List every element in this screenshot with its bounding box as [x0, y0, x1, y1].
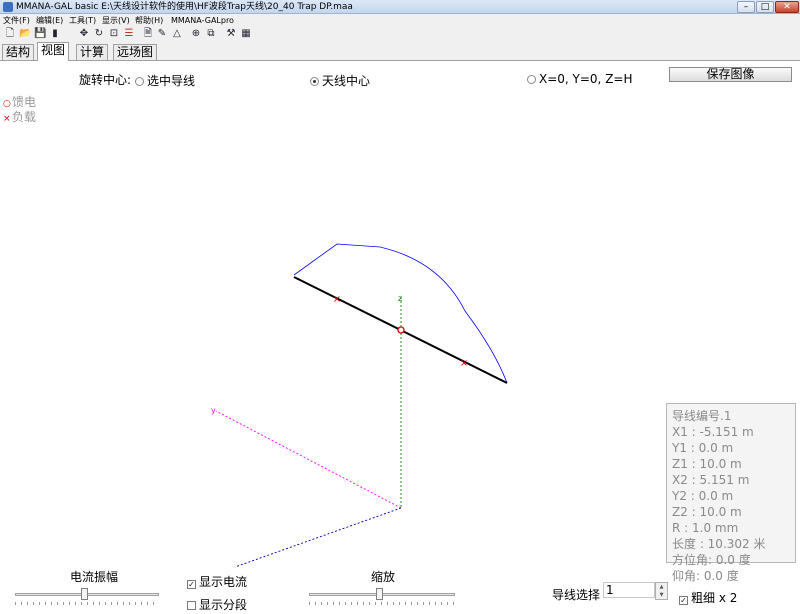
thick-x2-checkbox[interactable]: ✓ 粗细 x 2	[679, 589, 737, 606]
menu-file[interactable]: 文件(F)	[3, 14, 30, 27]
feed-point-marker	[397, 326, 405, 334]
current-amplitude-slider[interactable]	[15, 588, 159, 605]
menu-tools[interactable]: 工具(T)	[69, 14, 96, 27]
show-segments-box	[187, 601, 196, 610]
title-bar: MMANA-GAL basic E:\天线设计软件的使用\HF波段Trap天线\…	[0, 0, 800, 14]
load-marker: ×	[460, 358, 468, 369]
rotation-center-label: 旋转中心:	[79, 73, 132, 87]
legend-load: ×负载	[3, 108, 36, 125]
toolbar: 🗋 📂 💾 ▮ ✥ ↻ ⊡ ☰ 🗎 ✎ △ ⊕ ⧉ ⚒ ▦	[0, 27, 800, 42]
show-segments-checkbox[interactable]: 显示分段	[187, 596, 247, 613]
tab-structure[interactable]: 结构	[2, 44, 35, 60]
wire-azimuth: 方位角: 0.0 度	[672, 553, 751, 567]
current-amplitude-ticks	[15, 602, 159, 605]
spin-down-icon[interactable]: ▼	[656, 591, 667, 599]
load-cross-icon: ×	[3, 114, 11, 124]
wire-select-label: 导线选择	[552, 588, 601, 602]
zoom-slider[interactable]	[309, 588, 455, 605]
window-title: MMANA-GAL basic E:\天线设计软件的使用\HF波段Trap天线\…	[16, 2, 353, 12]
thick-x2-label: 粗细 x 2	[691, 591, 738, 605]
current-distribution-curve	[293, 243, 508, 384]
close-button[interactable]: ✕	[775, 1, 799, 13]
radio-selected-wire-dot	[135, 77, 144, 86]
wire-info-panel: 导线编号.1 X1 : -5.151 m Y1 : 0.0 m Z1 : 10.…	[666, 403, 796, 583]
menu-bar: 文件(F) 编辑(E) 工具(T) 显示(V) 帮助(H) MMANA-GALp…	[0, 14, 800, 27]
wire-y2: Y2 : 0.0 m	[672, 489, 734, 503]
wire-x2: X2 : 5.151 m	[672, 473, 750, 487]
show-current-label: 显示电流	[199, 575, 248, 589]
rotate-icon[interactable]: ↻	[93, 28, 105, 40]
legend-load-label: 负载	[12, 110, 37, 124]
print-icon[interactable]: ▮	[49, 28, 61, 40]
zoom-thumb[interactable]	[376, 588, 383, 600]
document-icon[interactable]: 🗎	[142, 28, 154, 40]
move-icon[interactable]: ✥	[78, 28, 90, 40]
menu-mmana-galpro[interactable]: MMANA-GALpro	[171, 14, 234, 27]
open-folder-icon[interactable]: 📂	[19, 28, 31, 40]
show-current-box: ✓	[187, 580, 196, 589]
legend-feed-label: 馈电	[12, 95, 37, 109]
new-file-icon[interactable]: 🗋	[4, 28, 16, 40]
view-panel: z y × × 旋转中心: 选中导线 天线中心 X=0, Y=0, Z=H 保存…	[0, 60, 800, 614]
wire-radius: R : 1.0 mm	[672, 521, 739, 535]
zoom-icon[interactable]: ⊡	[108, 28, 120, 40]
target-icon[interactable]: ⊕	[190, 28, 202, 40]
radio-antenna-center[interactable]: 天线中心	[310, 72, 370, 89]
radio-origin[interactable]: X=0, Y=0, Z=H	[527, 72, 633, 86]
show-segments-label: 显示分段	[199, 598, 248, 612]
thick-x2-box: ✓	[679, 596, 688, 605]
menu-help[interactable]: 帮助(H)	[135, 14, 163, 27]
load-marker: ×	[333, 294, 341, 305]
tab-calculate[interactable]: 计算	[76, 44, 109, 60]
tab-far-field[interactable]: 远场图	[113, 44, 158, 60]
maximize-button[interactable]: □	[756, 1, 774, 13]
settings-sliders-icon[interactable]: ☰	[123, 28, 135, 40]
radio-selected-wire[interactable]: 选中导线	[135, 72, 195, 89]
z-axis-label: z	[398, 294, 402, 303]
wire-y1: Y1 : 0.0 m	[672, 441, 734, 455]
save-disk-icon[interactable]: 💾	[34, 28, 46, 40]
spin-up-icon[interactable]: ▲	[656, 583, 667, 591]
wire-number: 导线编号.1	[672, 409, 732, 423]
radio-origin-label: X=0, Y=0, Z=H	[539, 72, 633, 86]
wire-z2: Z2 : 10.0 m	[672, 505, 742, 519]
tab-strip: 结构 视图 计算 远场图	[0, 42, 800, 61]
tab-view[interactable]: 视图	[37, 42, 70, 61]
radio-antenna-center-label: 天线中心	[322, 74, 371, 88]
wire-length: 长度 : 10.302 米	[672, 537, 766, 551]
edit-pencil-icon[interactable]: ✎	[156, 28, 168, 40]
wire-select-input[interactable]: 1	[603, 582, 655, 598]
copy-icon[interactable]: ⧉	[205, 28, 217, 40]
wire-select-spinner[interactable]: ▲ ▼	[655, 582, 668, 600]
radio-antenna-center-dot	[310, 77, 319, 86]
save-image-button[interactable]: 保存图像	[669, 67, 792, 82]
tools-icon[interactable]: ⚒	[225, 28, 237, 40]
wire-x1: X1 : -5.151 m	[672, 425, 754, 439]
radio-origin-dot	[527, 75, 536, 84]
triangle-icon[interactable]: △	[171, 28, 183, 40]
zoom-label: 缩放	[371, 570, 396, 584]
app-icon	[3, 2, 13, 12]
y-axis-line	[234, 507, 402, 568]
current-amplitude-label: 电流振幅	[70, 570, 119, 584]
current-amplitude-thumb[interactable]	[81, 588, 88, 600]
y-axis-label: y	[211, 406, 216, 415]
wire-z1: Z1 : 10.0 m	[672, 457, 742, 471]
wire-elevation: 仰角: 0.0 度	[672, 569, 739, 583]
x-axis-line	[215, 410, 402, 509]
radio-selected-wire-label: 选中导线	[147, 74, 196, 88]
zoom-ticks	[309, 602, 455, 605]
minimize-button[interactable]: –	[737, 1, 755, 13]
menu-edit[interactable]: 编辑(E)	[36, 14, 63, 27]
menu-view[interactable]: 显示(V)	[102, 14, 130, 27]
show-current-checkbox[interactable]: ✓ 显示电流	[187, 573, 247, 590]
calculator-icon[interactable]: ▦	[240, 28, 252, 40]
